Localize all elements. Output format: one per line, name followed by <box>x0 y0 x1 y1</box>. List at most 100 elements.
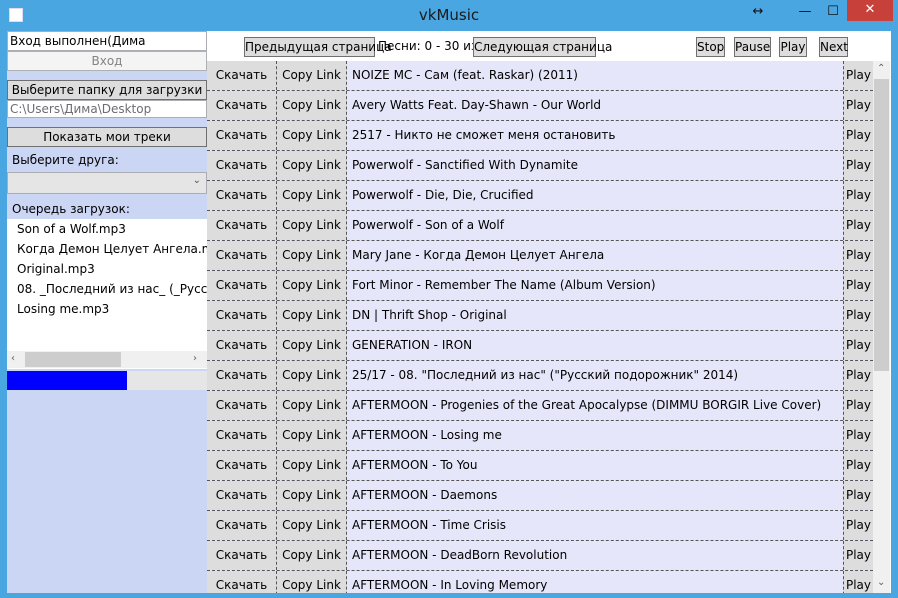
track-row[interactable]: Скачать Copy Link 25/17 - 08. "Последний и… <box>207 361 873 391</box>
copy-link-button[interactable]: Copy Link <box>277 181 347 210</box>
track-row[interactable]: Скачать Copy Link AFTERMOON - Time Crisis P… <box>207 511 873 541</box>
copy-link-button[interactable]: Copy Link <box>277 151 347 180</box>
queue-item[interactable]: 08. _Последний из нас_ (_Русский п <box>7 279 207 299</box>
login-status-field[interactable]: Вход выполнен(Дима Стребуль) <box>7 31 207 66</box>
track-play-button[interactable]: Play <box>843 91 873 120</box>
copy-link-button[interactable]: Copy Link <box>277 511 347 540</box>
track-row[interactable]: Скачать Copy Link AFTERMOON - Progenies of… <box>207 391 873 421</box>
track-row[interactable]: Скачать Copy Link Fort Minor - Remember Th… <box>207 271 873 301</box>
download-button[interactable]: Скачать <box>207 181 277 210</box>
track-row[interactable]: Скачать Copy Link Powerwolf - Sanctified W… <box>207 151 873 181</box>
track-row[interactable]: Скачать Copy Link Powerwolf - Son of a Wol… <box>207 211 873 241</box>
restore-size-icon[interactable]: ↔ <box>745 2 771 24</box>
show-my-tracks-button[interactable]: Показать мои треки <box>7 127 207 147</box>
download-button[interactable]: Скачать <box>207 151 277 180</box>
download-button[interactable]: Скачать <box>207 301 277 330</box>
download-button[interactable]: Скачать <box>207 61 277 90</box>
queue-item[interactable]: Losing me.mp3 <box>7 299 207 319</box>
copy-link-button[interactable]: Copy Link <box>277 361 347 390</box>
play-button[interactable]: Play <box>779 37 807 57</box>
scroll-thumb[interactable] <box>25 352 121 367</box>
download-button[interactable]: Скачать <box>207 571 277 593</box>
track-list-vertical-scrollbar[interactable]: ⌃ ⌄ <box>873 61 890 593</box>
download-button[interactable]: Скачать <box>207 481 277 510</box>
copy-link-button[interactable]: Copy Link <box>277 391 347 420</box>
track-play-button[interactable]: Play <box>843 181 873 210</box>
download-queue-list[interactable]: Son of a Wolf.mp3 Когда Демон Целует Анг… <box>7 219 207 369</box>
track-row[interactable]: Скачать Copy Link AFTERMOON - Daemons Play <box>207 481 873 511</box>
copy-link-button[interactable]: Copy Link <box>277 241 347 270</box>
track-row[interactable]: Скачать Copy Link AFTERMOON - To You Play <box>207 451 873 481</box>
download-button[interactable]: Скачать <box>207 391 277 420</box>
copy-link-button[interactable]: Copy Link <box>277 211 347 240</box>
copy-link-button[interactable]: Copy Link <box>277 451 347 480</box>
track-play-button[interactable]: Play <box>843 271 873 300</box>
download-button[interactable]: Скачать <box>207 421 277 450</box>
download-button[interactable]: Скачать <box>207 541 277 570</box>
track-row[interactable]: Скачать Copy Link Powerwolf - Die, Die, Cr… <box>207 181 873 211</box>
copy-link-button[interactable]: Copy Link <box>277 121 347 150</box>
track-row[interactable]: Скачать Copy Link DN | Thrift Shop - Origi… <box>207 301 873 331</box>
copy-link-button[interactable]: Copy Link <box>277 481 347 510</box>
track-play-button[interactable]: Play <box>843 421 873 450</box>
queue-item[interactable]: Son of a Wolf.mp3 <box>7 219 207 239</box>
download-button[interactable]: Скачать <box>207 271 277 300</box>
track-row[interactable]: Скачать Copy Link GENERATION - IRON Play <box>207 331 873 361</box>
track-row[interactable]: Скачать Copy Link AFTERMOON - In Loving Me… <box>207 571 873 593</box>
prev-page-button[interactable]: Предыдущая страница <box>244 37 392 57</box>
track-play-button[interactable]: Play <box>843 301 873 330</box>
track-play-button[interactable]: Play <box>843 541 873 570</box>
folder-path-field[interactable]: C:\Users\Дима\Desktop <box>7 100 207 118</box>
track-row[interactable]: Скачать Copy Link Mary Jane - Когда Демон … <box>207 241 873 271</box>
friend-select[interactable]: ⌄ <box>7 172 207 194</box>
scroll-down-icon[interactable]: ⌄ <box>877 577 885 588</box>
track-play-button[interactable]: Play <box>843 451 873 480</box>
copy-link-button[interactable]: Copy Link <box>277 421 347 450</box>
track-play-button[interactable]: Play <box>843 481 873 510</box>
track-play-button[interactable]: Play <box>843 361 873 390</box>
track-list[interactable]: Скачать Copy Link NOIZE MC - Сам (feat. Ra… <box>207 61 873 593</box>
copy-link-button[interactable]: Copy Link <box>277 271 347 300</box>
download-button[interactable]: Скачать <box>207 91 277 120</box>
minimize-button[interactable]: — <box>790 2 820 24</box>
track-play-button[interactable]: Play <box>843 121 873 150</box>
next-page-button[interactable]: Следующая страница <box>473 37 612 57</box>
copy-link-button[interactable]: Copy Link <box>277 571 347 593</box>
track-play-button[interactable]: Play <box>843 241 873 270</box>
scroll-right-icon[interactable]: › <box>193 353 197 364</box>
track-play-button[interactable]: Play <box>843 211 873 240</box>
scroll-thumb[interactable] <box>874 79 889 371</box>
download-button[interactable]: Скачать <box>207 511 277 540</box>
queue-horizontal-scrollbar[interactable]: ‹ › <box>7 351 207 368</box>
track-play-button[interactable]: Play <box>843 61 873 90</box>
download-button[interactable]: Скачать <box>207 211 277 240</box>
queue-item[interactable]: Когда Демон Целует Ангела.mp3 <box>7 239 207 259</box>
copy-link-button[interactable]: Copy Link <box>277 91 347 120</box>
track-play-button[interactable]: Play <box>843 331 873 360</box>
track-play-button[interactable]: Play <box>843 511 873 540</box>
login-button[interactable]: Вход <box>7 51 207 71</box>
copy-link-button[interactable]: Copy Link <box>277 61 347 90</box>
track-row[interactable]: Скачать Copy Link NOIZE MC - Сам (feat. Ra… <box>207 61 873 91</box>
close-button[interactable]: ✕ <box>847 0 893 21</box>
copy-link-button[interactable]: Copy Link <box>277 301 347 330</box>
track-row[interactable]: Скачать Copy Link AFTERMOON - DeadBorn Rev… <box>207 541 873 571</box>
download-button[interactable]: Скачать <box>207 121 277 150</box>
download-button[interactable]: Скачать <box>207 361 277 390</box>
copy-link-button[interactable]: Copy Link <box>277 331 347 360</box>
stop-button[interactable]: Stop <box>696 37 725 57</box>
scroll-up-icon[interactable]: ⌃ <box>877 63 885 74</box>
next-track-button[interactable]: Next <box>819 37 848 57</box>
track-row[interactable]: Скачать Copy Link AFTERMOON - Losing me Pla… <box>207 421 873 451</box>
queue-item[interactable]: Original.mp3 <box>7 259 207 279</box>
download-button[interactable]: Скачать <box>207 241 277 270</box>
track-row[interactable]: Скачать Copy Link 2517 - Никто не сможет м… <box>207 121 873 151</box>
download-button[interactable]: Скачать <box>207 451 277 480</box>
track-row[interactable]: Скачать Copy Link Avery Watts Feat. Day-Sh… <box>207 91 873 121</box>
track-play-button[interactable]: Play <box>843 151 873 180</box>
scroll-left-icon[interactable]: ‹ <box>11 353 15 364</box>
choose-folder-button[interactable]: Выберите папку для загрузки <box>7 80 207 100</box>
copy-link-button[interactable]: Copy Link <box>277 541 347 570</box>
track-play-button[interactable]: Play <box>843 391 873 420</box>
track-play-button[interactable]: Play <box>843 571 873 593</box>
